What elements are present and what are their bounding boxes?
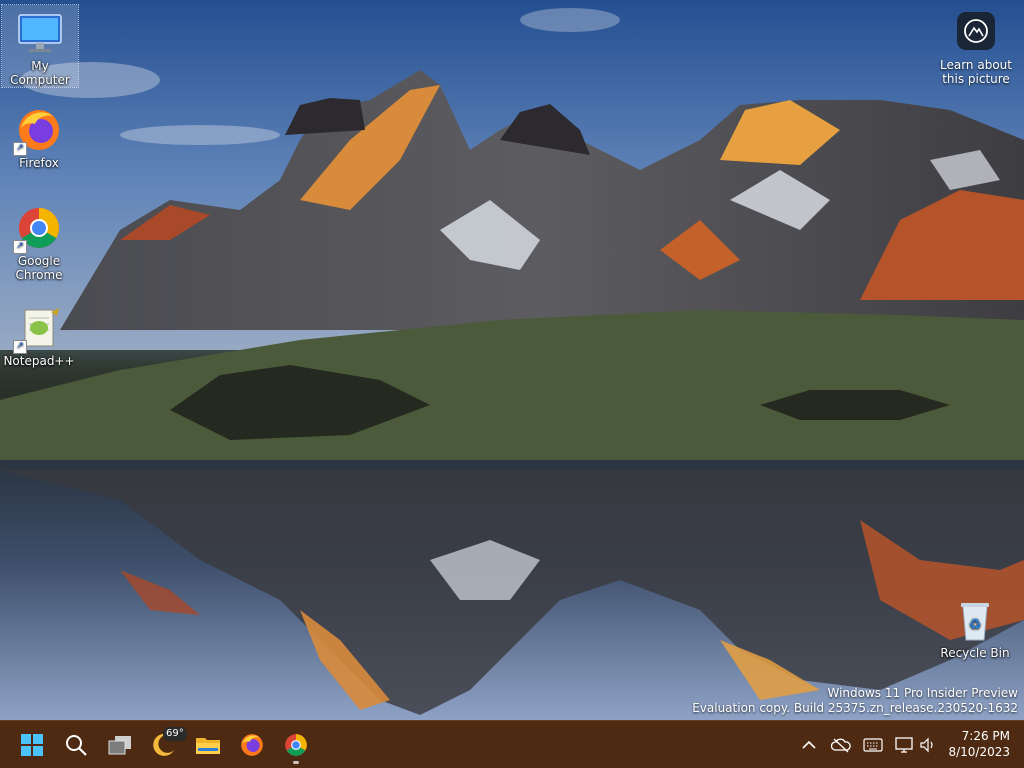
file-explorer-button[interactable]: [188, 725, 228, 765]
network-icon: [895, 737, 913, 753]
keyboard-icon: [863, 738, 883, 752]
clock-date: 8/10/2023: [948, 745, 1010, 759]
network-button[interactable]: [893, 733, 917, 757]
touch-keyboard-button[interactable]: [861, 733, 885, 757]
firefox-icon: [241, 734, 263, 756]
desktop-icon-google-chrome[interactable]: ↗ Google Chrome: [1, 200, 77, 282]
clock-time: 7:26 PM: [961, 729, 1010, 743]
shortcut-arrow-icon: ↗: [13, 240, 27, 254]
desktop-icon-notepadpp[interactable]: ↗ Notepad++: [1, 300, 77, 368]
search-button[interactable]: [56, 725, 96, 765]
clock[interactable]: 7:26 PM 8/10/2023: [948, 728, 1010, 760]
desktop-icon-firefox[interactable]: ↗ Firefox: [1, 102, 77, 170]
notepadpp-icon: ↗: [13, 304, 63, 354]
shortcut-arrow-icon: ↗: [13, 340, 27, 354]
chrome-taskbar-button[interactable]: [276, 725, 316, 765]
desktop[interactable]: My Computer ↗ Firefox ↗ Google Chrome ↗ …: [0, 0, 1024, 768]
desktop-icon-my-computer[interactable]: My Computer: [1, 4, 79, 88]
show-hidden-icons-button[interactable]: [797, 733, 821, 757]
wallpaper: [0, 0, 1024, 720]
learn-about-picture-label: Learn about this picture: [940, 58, 1012, 86]
watermark-line-1: Windows 11 Pro Insider Preview: [827, 686, 1018, 700]
firefox-icon: ↗: [13, 106, 63, 156]
chevron-up-icon: [802, 740, 816, 749]
weather-temperature: 69°: [163, 727, 187, 741]
task-view-button[interactable]: [100, 725, 140, 765]
windows-watermark: Windows 11 Pro Insider Preview Evaluatio…: [692, 686, 1018, 716]
start-icon: [21, 734, 43, 756]
desktop-icon-label: Notepad++: [3, 354, 75, 368]
firefox-taskbar-button[interactable]: [232, 725, 272, 765]
desktop-icon-label: Recycle Bin: [940, 646, 1010, 660]
start-button[interactable]: [12, 725, 52, 765]
shortcut-arrow-icon: ↗: [13, 142, 27, 156]
camera-info-icon: [957, 12, 995, 50]
search-icon: [66, 735, 87, 756]
speaker-icon: [920, 737, 933, 753]
cloud-offline-icon: [831, 738, 851, 753]
watermark-line-2: Evaluation copy. Build 25375.zn_release.…: [692, 701, 1018, 715]
taskbar: 69° 7:26 PM 8/10/2023: [0, 720, 1024, 768]
desktop-icon-label: My Computer: [10, 59, 70, 87]
desktop-icon-label: Firefox: [19, 156, 59, 170]
learn-about-picture[interactable]: Learn about this picture: [934, 8, 1018, 86]
desktop-icon-recycle-bin[interactable]: ♻ Recycle Bin: [937, 592, 1013, 660]
file-explorer-icon: [196, 738, 220, 754]
svg-text:♻: ♻: [969, 617, 982, 633]
recycle-bin-icon: ♻: [951, 596, 999, 644]
onedrive-button[interactable]: [829, 733, 853, 757]
chrome-icon: [285, 734, 307, 756]
chrome-icon: ↗: [13, 204, 63, 254]
task-view-icon: [108, 736, 131, 755]
volume-button[interactable]: [916, 733, 940, 757]
desktop-icon-label: Google Chrome: [15, 254, 63, 282]
monitor-icon: [16, 9, 64, 57]
